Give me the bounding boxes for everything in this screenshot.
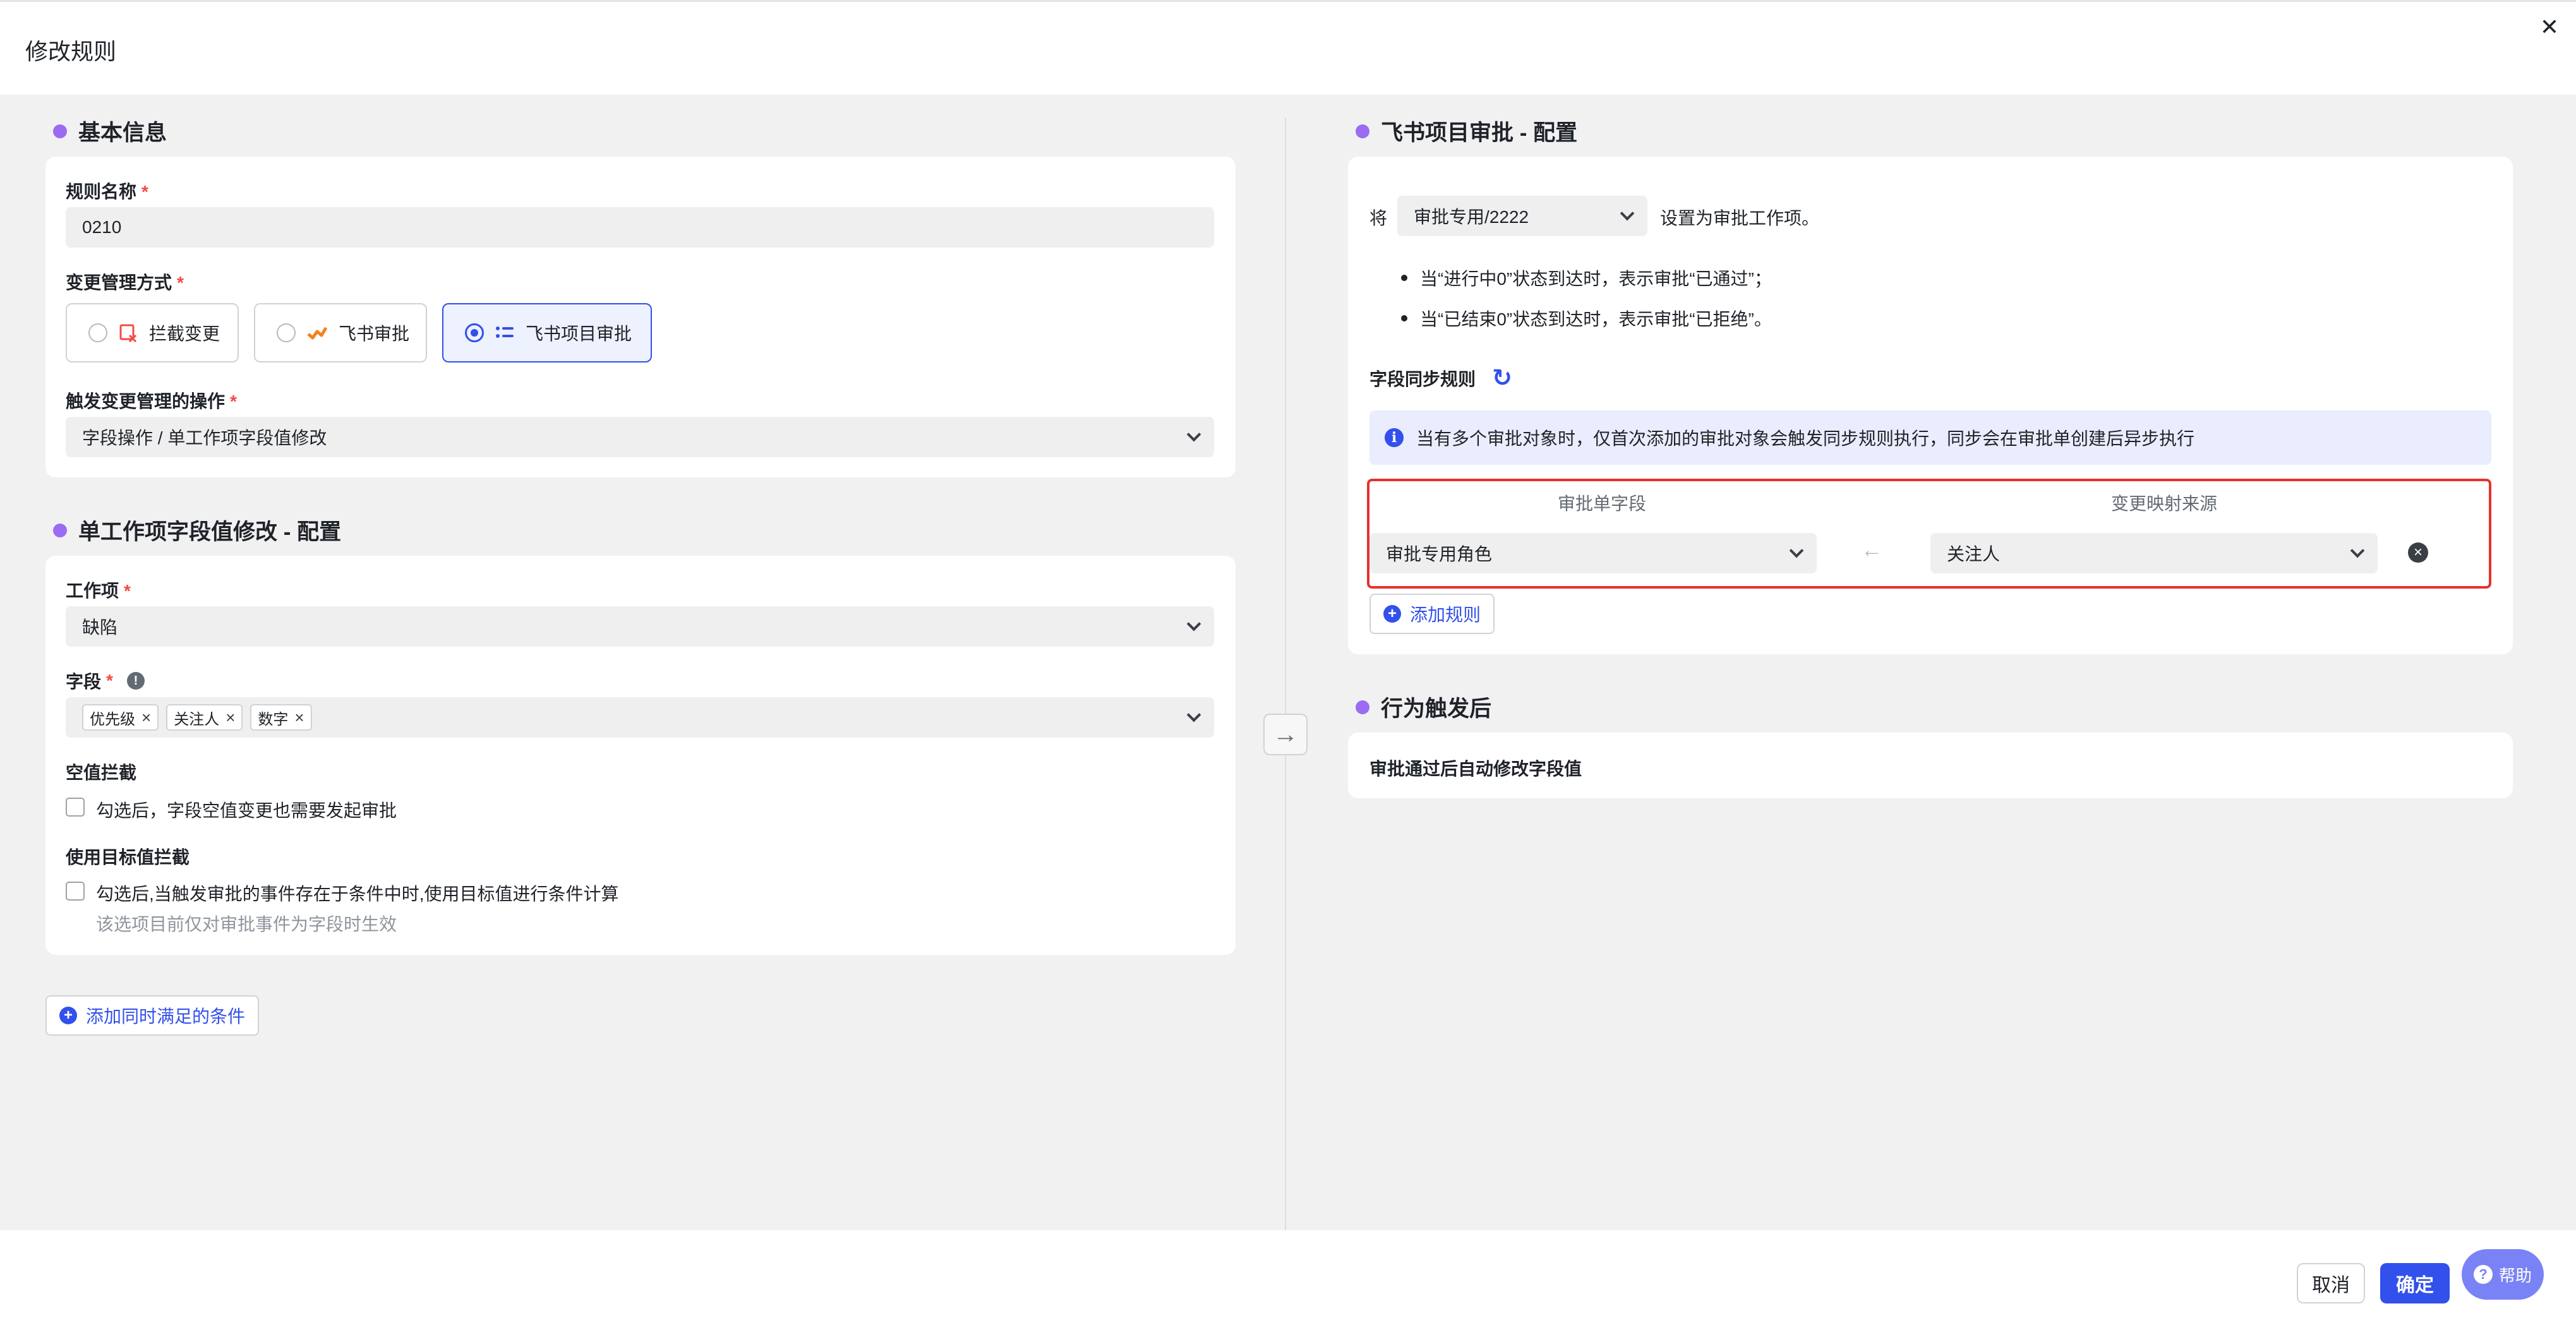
required-mark: * xyxy=(177,273,184,292)
approval-field-select[interactable]: 审批专用角色 xyxy=(1369,533,1817,573)
tag-remove-icon[interactable]: × xyxy=(141,708,151,728)
info-icon: i xyxy=(1385,428,1404,447)
field-multi-select[interactable]: 优先级 × 关注人 × 数字 × xyxy=(66,697,1214,738)
approval-item-select[interactable]: 审批专用/2222 xyxy=(1397,196,1647,236)
section-dot-icon xyxy=(1356,700,1369,714)
field-tag: 优先级 × xyxy=(82,704,159,731)
rule-name-input[interactable]: 0210 xyxy=(66,207,1214,248)
section-approval-config: 飞书项目审批 - 配置 xyxy=(1356,115,1577,147)
trigger-label: 触发变更管理的操作 * xyxy=(66,392,237,411)
sync-info-banner: i 当有多个审批对象时，仅首次添加的审批对象会触发同步规则执行，同步会在审批单创… xyxy=(1369,410,2491,465)
trigger-select[interactable]: 字段操作 / 单工作项字段值修改 xyxy=(66,417,1214,457)
help-button[interactable]: ? 帮助 xyxy=(2462,1249,2544,1300)
rule-name-value: 0210 xyxy=(82,217,122,237)
modal-title: 修改规则 xyxy=(25,39,117,64)
status-bullet: 当“进行中0”状态到达时，表示审批“已通过”； xyxy=(1401,265,1772,291)
tag-remove-icon[interactable]: × xyxy=(294,708,304,728)
rule-name-label: 规则名称 * xyxy=(66,182,148,201)
approval-suffix: 设置为审批工作项。 xyxy=(1660,208,1820,228)
mode-option-label: 飞书项目审批 xyxy=(526,324,632,344)
empty-block-label: 空值拦截 xyxy=(66,763,137,782)
sync-rules-label: 字段同步规则 ↻ xyxy=(1369,364,1512,392)
section-dot-icon xyxy=(53,124,67,138)
target-value-checkbox[interactable] xyxy=(66,882,85,901)
field-label: 字段 * ! xyxy=(66,668,145,693)
plus-icon: + xyxy=(59,1007,77,1024)
work-item-value: 缺陷 xyxy=(82,618,118,637)
section-dot-icon xyxy=(53,523,67,537)
section-title: 基本信息 xyxy=(78,121,167,145)
radio-icon xyxy=(277,323,296,342)
plus-icon: + xyxy=(1383,605,1401,623)
empty-block-text: 勾选后，字段空值变更也需要发起审批 xyxy=(96,801,397,820)
block-change-icon xyxy=(119,324,137,342)
radio-selected-icon xyxy=(465,323,484,342)
help-icon: ? xyxy=(2473,1265,2493,1284)
work-item-label: 工作项 * xyxy=(66,581,131,601)
section-field-config: 单工作项字段值修改 - 配置 xyxy=(53,514,341,546)
section-after-trigger: 行为触发后 xyxy=(1356,691,1491,723)
work-item-select[interactable]: 缺陷 xyxy=(66,606,1214,647)
col-mapping-source: 变更映射来源 xyxy=(2111,494,2218,513)
mode-option-feishu-approval[interactable]: 飞书审批 xyxy=(254,303,427,362)
add-condition-button[interactable]: + 添加同时满足的条件 xyxy=(45,995,260,1036)
modal-header: 修改规则 ✕ xyxy=(0,0,2576,95)
chevron-down-icon xyxy=(1620,206,1635,221)
col-approval-field: 审批单字段 xyxy=(1558,494,1647,513)
mapping-arrow-icon: ← xyxy=(1861,538,1882,562)
trigger-value: 字段操作 / 单工作项字段值修改 xyxy=(82,428,327,448)
warning-icon: ! xyxy=(126,672,145,690)
cancel-button[interactable]: 取消 xyxy=(2297,1263,2365,1303)
required-mark: * xyxy=(230,392,237,411)
section-title: 飞书项目审批 - 配置 xyxy=(1381,121,1578,145)
section-basic-info: 基本信息 xyxy=(53,115,167,147)
section-title: 行为触发后 xyxy=(1381,697,1492,721)
project-list-icon xyxy=(496,327,514,338)
chevron-down-icon xyxy=(1186,707,1201,722)
mode-option-block-change[interactable]: 拦截变更 xyxy=(66,303,239,362)
radio-icon xyxy=(88,323,107,342)
target-value-label: 使用目标值拦截 xyxy=(66,848,190,867)
target-value-hint: 该选项目前仅对审批事件为字段时生效 xyxy=(96,914,397,934)
required-mark: * xyxy=(141,182,148,201)
help-label: 帮助 xyxy=(2498,1266,2532,1285)
approval-prefix: 将 xyxy=(1369,208,1388,228)
section-dot-icon xyxy=(1356,124,1369,138)
mode-option-feishu-project-approval[interactable]: 飞书项目审批 xyxy=(442,303,652,362)
change-mode-label: 变更管理方式 * xyxy=(66,273,184,292)
approval-field-value: 审批专用角色 xyxy=(1386,544,1493,564)
section-title: 单工作项字段值修改 - 配置 xyxy=(78,520,342,544)
column-divider xyxy=(1285,117,1286,1230)
chevron-down-icon xyxy=(2350,543,2365,558)
field-tag: 数字 × xyxy=(250,704,312,731)
chevron-down-icon xyxy=(1186,616,1201,632)
add-condition-label: 添加同时满足的条件 xyxy=(86,1007,246,1026)
mapping-source-select[interactable]: 关注人 xyxy=(1930,533,2378,573)
add-rule-label: 添加规则 xyxy=(1410,605,1481,625)
add-rule-button[interactable]: + 添加规则 xyxy=(1369,594,1495,634)
field-tag: 关注人 × xyxy=(166,704,243,731)
mapping-source-value: 关注人 xyxy=(1947,544,2001,564)
approval-item-value: 审批专用/2222 xyxy=(1414,207,1529,227)
mode-option-label: 拦截变更 xyxy=(149,324,220,344)
required-mark: * xyxy=(106,671,113,690)
chevron-down-icon xyxy=(1186,427,1201,442)
required-mark: * xyxy=(124,581,131,601)
empty-block-checkbox[interactable] xyxy=(66,798,85,817)
sync-info-text: 当有多个审批对象时，仅首次添加的审批对象会触发同步规则执行，同步会在审批单创建后… xyxy=(1416,429,2195,448)
tag-remove-icon[interactable]: × xyxy=(226,708,235,728)
status-bullet: 当“已结束0”状态到达时，表示审批“已拒绝”。 xyxy=(1401,306,1772,331)
arrow-right-icon[interactable]: → xyxy=(1263,714,1308,755)
mode-option-label: 飞书审批 xyxy=(339,324,410,344)
chevron-down-icon xyxy=(1789,543,1804,558)
refresh-icon[interactable]: ↻ xyxy=(1492,364,1512,392)
remove-rule-icon[interactable]: × xyxy=(2408,542,2428,563)
feishu-approval-icon xyxy=(307,327,327,340)
confirm-button[interactable]: 确定 xyxy=(2380,1263,2450,1303)
after-trigger-text: 审批通过后自动修改字段值 xyxy=(1369,759,1582,779)
close-icon[interactable]: ✕ xyxy=(2537,15,2562,40)
target-value-text: 勾选后,当触发审批的事件存在于条件中时,使用目标值进行条件计算 xyxy=(96,884,619,904)
modal-footer xyxy=(0,1230,2576,1330)
